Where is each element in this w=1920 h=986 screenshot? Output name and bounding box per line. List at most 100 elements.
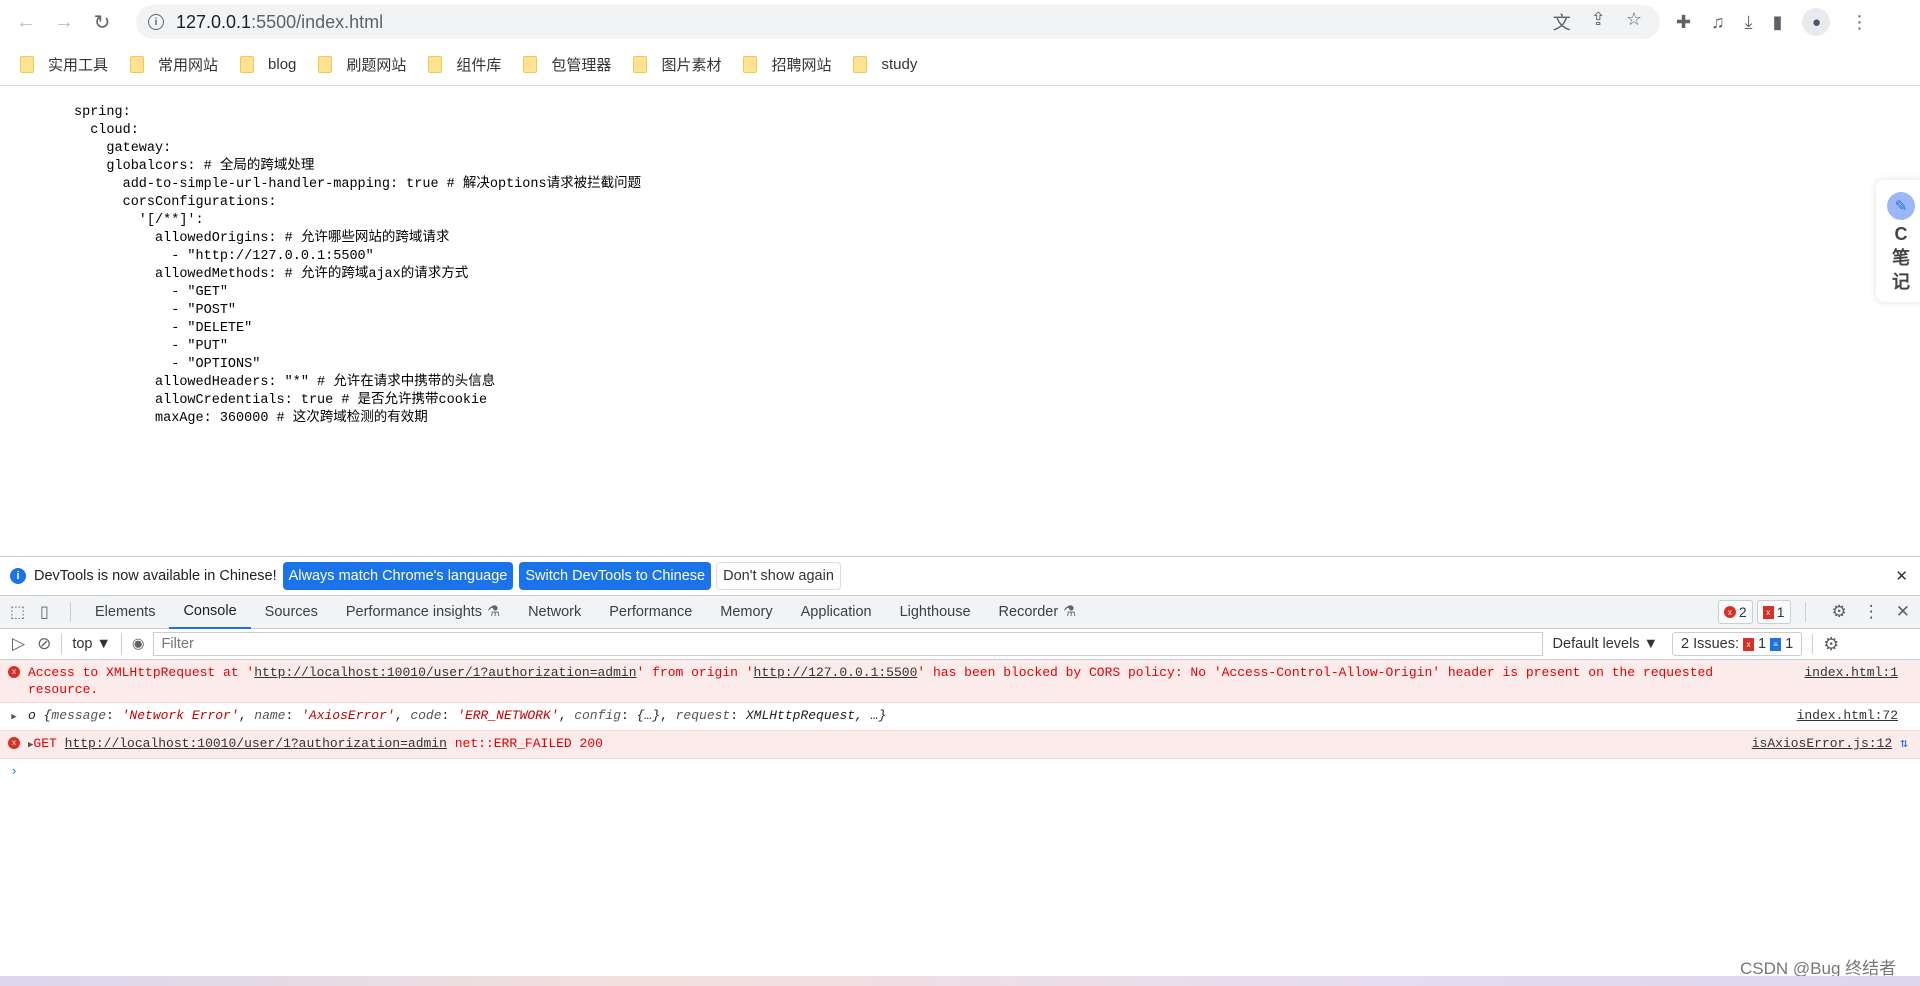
- bookmark-folder[interactable]: 常用网站: [130, 54, 218, 75]
- bookmark-label: 包管理器: [551, 56, 612, 74]
- folder-icon: [743, 55, 758, 73]
- bookmarks-bar: 实用工具 常用网站 blog 刷题网站 组件库 包管理器 图片素材 招聘网站 study: [0, 48, 1920, 80]
- download-icon[interactable]: ⤓: [1745, 12, 1753, 33]
- bookmark-folder[interactable]: 包管理器: [523, 54, 611, 75]
- settings-icon[interactable]: ⚙: [1832, 602, 1847, 622]
- bookmark-folder[interactable]: 刷题网站: [318, 54, 406, 75]
- folder-icon: [240, 55, 255, 73]
- source-link[interactable]: index.html:72: [1797, 707, 1898, 726]
- tab-performance-insights[interactable]: Performance insights ⚗: [332, 596, 514, 629]
- tab-label: Elements: [95, 604, 156, 620]
- browser-toolbar: ← → ↻ i 127.0.0.1:5500/index.html 文 ⇪ ☆ ✚ …: [0, 0, 1920, 44]
- tab-console[interactable]: Console: [169, 596, 251, 629]
- bookmark-folder[interactable]: 组件库: [428, 54, 501, 75]
- folder-icon: [20, 55, 34, 73]
- issue-error-icon: x: [1743, 637, 1755, 651]
- expand-triangle-icon[interactable]: ▶: [0, 707, 28, 726]
- more-options-icon[interactable]: ⋮: [1863, 602, 1880, 622]
- console-settings-icon[interactable]: ⚙: [1823, 634, 1839, 655]
- source-link[interactable]: isAxiosError.js:12: [1752, 735, 1892, 754]
- dont-show-again-button[interactable]: Don't show again: [716, 562, 841, 590]
- tab-network[interactable]: Network: [514, 596, 595, 629]
- forward-icon[interactable]: →: [52, 10, 76, 34]
- error-count: 2: [1738, 604, 1747, 620]
- context-value: top: [72, 636, 93, 652]
- issue-info-count: 1: [1785, 636, 1794, 652]
- translate-icon[interactable]: 文: [1553, 9, 1571, 35]
- experiment-flask-icon: ⚗: [487, 604, 501, 620]
- code-line: - "OPTIONS": [74, 357, 261, 372]
- inspect-icon[interactable]: ⬚: [10, 602, 30, 622]
- tab-recorder[interactable]: Recorder ⚗: [985, 596, 1091, 629]
- tab-label: Performance: [609, 604, 693, 620]
- issues-button[interactable]: 2 Issues: x1 ≡ 1: [1671, 632, 1803, 656]
- context-select[interactable]: top ▼: [72, 636, 111, 652]
- code-line: globalcors: # 全局的跨域处理: [74, 159, 315, 174]
- cnote-char2: 记: [1892, 272, 1910, 292]
- bookmark-folder[interactable]: study: [853, 55, 917, 73]
- divider: [70, 602, 71, 622]
- bookmark-folder[interactable]: 招聘网站: [743, 54, 831, 75]
- tab-elements[interactable]: Elements: [81, 596, 169, 629]
- levels-dropdown[interactable]: Default levels ▼: [1553, 636, 1658, 652]
- cnote-letter: C: [1894, 224, 1908, 244]
- console-toolbar: ▷ ⊘ top ▼ ◉ Default levels ▼ 2 Issues: x…: [0, 629, 1920, 660]
- tab-memory[interactable]: Memory: [706, 596, 786, 629]
- c-note-widget[interactable]: ✎ C 笔 记: [1876, 180, 1920, 302]
- request-url-link[interactable]: http://localhost:10010/user/1?authorizat…: [254, 665, 636, 680]
- extensions-icon[interactable]: ✚: [1676, 12, 1691, 33]
- divider: [61, 634, 63, 654]
- source-link[interactable]: index.html:1: [1804, 664, 1898, 698]
- tab-lighthouse[interactable]: Lighthouse: [886, 596, 985, 629]
- bookmark-star-icon[interactable]: ☆: [1626, 9, 1642, 35]
- bookmark-label: 组件库: [456, 56, 502, 74]
- bookmark-folder[interactable]: 图片素材: [633, 54, 721, 75]
- back-icon[interactable]: ←: [14, 10, 38, 34]
- error-counter[interactable]: x2: [1717, 600, 1753, 624]
- issue-counter[interactable]: x1: [1756, 600, 1791, 624]
- clear-console-icon[interactable]: ⊘: [37, 634, 51, 654]
- match-language-button[interactable]: Always match Chrome's language: [282, 562, 514, 590]
- sidebar-toggle-icon[interactable]: ▷: [12, 634, 25, 654]
- filter-input[interactable]: [152, 632, 1543, 656]
- console-log-axios[interactable]: ▶ o {message: 'Network Error', name: 'Ax…: [0, 703, 1920, 731]
- url-text[interactable]: 127.0.0.1:5500/index.html: [176, 12, 383, 33]
- tab-label: Application: [800, 604, 872, 620]
- eye-icon[interactable]: ◉: [132, 636, 145, 652]
- message-text: Access to XMLHttpRequest at 'http://loca…: [28, 664, 1804, 698]
- value: XMLHttpRequest, …}: [745, 708, 887, 723]
- tab-application[interactable]: Application: [787, 596, 886, 629]
- close-icon[interactable]: ✕: [1895, 567, 1908, 585]
- profile-avatar[interactable]: ●: [1802, 8, 1831, 36]
- page-code: spring: cloud: gateway: globalcors: # 全局…: [74, 104, 641, 428]
- switch-chinese-button[interactable]: Switch DevTools to Chinese: [519, 562, 712, 590]
- code-line: allowedOrigins: # 允许哪些网站的跨域请求: [74, 231, 450, 246]
- menu-icon[interactable]: ⋮: [1850, 12, 1868, 33]
- code-line: allowedMethods: # 允许的跨域ajax的请求方式: [74, 267, 469, 282]
- close-devtools-icon[interactable]: ✕: [1896, 602, 1910, 622]
- address-bar[interactable]: i 127.0.0.1:5500/index.html 文 ⇪ ☆: [136, 5, 1660, 39]
- share-icon[interactable]: ⇪: [1591, 9, 1606, 35]
- folder-icon: [428, 55, 443, 73]
- reload-icon[interactable]: ↻: [90, 10, 114, 34]
- origin-url-link[interactable]: http://127.0.0.1:5500: [754, 665, 918, 680]
- site-info-icon[interactable]: i: [148, 14, 164, 30]
- bookmark-label: 常用网站: [158, 56, 219, 74]
- side-panel-icon[interactable]: ▮: [1773, 12, 1783, 33]
- code-line: add-to-simple-url-handler-mapping: true …: [74, 177, 642, 192]
- device-toggle-icon[interactable]: ▯: [40, 602, 60, 622]
- tab-sources[interactable]: Sources: [251, 596, 332, 629]
- bookmark-folder[interactable]: blog: [240, 55, 296, 73]
- url-path: :5500/index.html: [251, 11, 384, 32]
- code-line: gateway:: [74, 141, 172, 156]
- tab-performance[interactable]: Performance: [595, 596, 706, 629]
- code-line: - "http://127.0.0.1:5500": [74, 249, 374, 264]
- tab-label: Console: [183, 603, 237, 619]
- bookmark-folder[interactable]: 实用工具: [20, 54, 108, 75]
- value: {…}: [636, 708, 661, 723]
- network-request-icon[interactable]: ⇅: [1900, 735, 1908, 754]
- request-url-link[interactable]: http://localhost:10010/user/1?authorizat…: [65, 736, 447, 751]
- media-icon[interactable]: ♫: [1711, 12, 1725, 33]
- console-prompt[interactable]: ›: [0, 759, 1920, 782]
- tab-label: Recorder: [998, 604, 1059, 620]
